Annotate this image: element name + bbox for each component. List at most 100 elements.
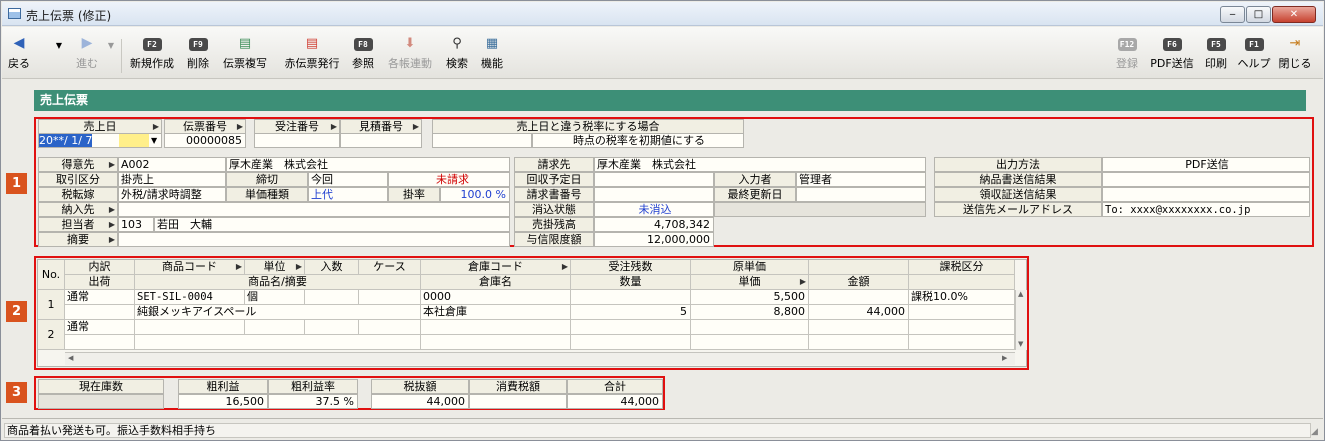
print-button[interactable]: F5 印刷	[1201, 35, 1231, 75]
staff-label[interactable]: 担当者 ▶	[38, 217, 118, 232]
back-button[interactable]: ◀ 戻る	[4, 35, 34, 75]
page-title: 売上伝票	[34, 90, 1306, 111]
staff-code-field[interactable]: 103	[118, 217, 154, 232]
cell-name[interactable]	[135, 335, 421, 350]
copy-icon: ▤	[238, 36, 252, 51]
cell-name[interactable]: 純銀メッキアイスペール	[135, 305, 421, 320]
rate-field[interactable]: 100.0 %	[440, 187, 510, 202]
slip-no-label[interactable]: 伝票番号 ▶	[164, 119, 246, 134]
reference-button[interactable]: F8 参照	[349, 35, 377, 75]
tax-rate-value[interactable]: 時点の税率を初期値にする	[532, 133, 744, 148]
col-unit[interactable]: 単位 ▶	[245, 260, 305, 275]
cell-wh-name[interactable]	[421, 335, 571, 350]
search-button[interactable]: ⚲ 検索	[442, 35, 472, 75]
cell-case[interactable]	[359, 320, 421, 335]
cell-cost[interactable]: 5,500	[691, 290, 809, 305]
customer-label[interactable]: 得意先 ▶	[38, 157, 118, 172]
cell-wh-code[interactable]	[421, 320, 571, 335]
order-no-field[interactable]	[254, 133, 340, 148]
total-field: 44,000	[567, 394, 663, 409]
tax-shift-field[interactable]: 外税/請求時調整	[118, 187, 226, 202]
scroll-down-icon[interactable]: ▼	[1018, 340, 1023, 348]
new-button[interactable]: F2 新規作成	[126, 35, 178, 75]
back-arrow-icon: ◀	[13, 35, 25, 51]
cell-wh-code[interactable]: 0000	[421, 290, 571, 305]
collect-field[interactable]	[594, 172, 714, 187]
back-dropdown[interactable]: ▼	[54, 37, 64, 77]
delete-button[interactable]: F9 削除	[183, 35, 213, 75]
vertical-scrollbar[interactable]: ▲ ▼	[1015, 290, 1027, 350]
trade-field[interactable]: 掛売上	[118, 172, 226, 187]
close-button[interactable]: ⇥ 閉じる	[1276, 35, 1314, 75]
cell-cost[interactable]	[691, 320, 809, 335]
cell-wh-name[interactable]: 本社倉庫	[421, 305, 571, 320]
col-product-code[interactable]: 商品コード ▶	[135, 260, 245, 275]
receipt-result-field	[1102, 187, 1310, 202]
cell-qty[interactable]	[571, 335, 691, 350]
col-price[interactable]: 単価 ▶	[691, 275, 809, 290]
tax-rate-date-field[interactable]	[432, 133, 532, 148]
slip-no-field[interactable]: 00000085	[164, 133, 246, 148]
cell-price[interactable]	[691, 335, 809, 350]
cell-ship[interactable]	[65, 305, 135, 320]
close-window-button[interactable]: ✕	[1272, 6, 1316, 23]
help-button[interactable]: F1 ヘルプ	[1236, 35, 1272, 75]
invoice-field[interactable]	[594, 187, 714, 202]
multi-ledger-button[interactable]: ⬇ 各帳連動	[384, 35, 436, 75]
customer-code-field[interactable]: A002	[118, 157, 226, 172]
customer-name-field[interactable]: 厚木産業 株式会社	[226, 157, 510, 172]
register-button[interactable]: F12 登録	[1112, 35, 1142, 75]
delivery-field[interactable]	[118, 202, 510, 217]
cell-unit[interactable]: 個	[245, 290, 305, 305]
copy-slip-button[interactable]: ▤ 伝票複写	[219, 35, 271, 75]
estimate-no-label[interactable]: 見積番号 ▶	[340, 119, 422, 134]
horizontal-scrollbar[interactable]: ◀ ▶	[65, 352, 1015, 365]
price-type-field[interactable]: 上代	[308, 187, 388, 202]
date-dropdown[interactable]	[119, 134, 149, 147]
bill-to-field[interactable]: 厚木産業 株式会社	[594, 157, 926, 172]
ex-tax-field: 44,000	[371, 394, 469, 409]
minimize-button[interactable]: ‒	[1220, 6, 1245, 23]
sales-date-label[interactable]: 売上日 ▶	[38, 119, 162, 134]
cell-qty[interactable]: 5	[571, 305, 691, 320]
row-number[interactable]: 1	[38, 290, 65, 320]
mail-field[interactable]: To: xxxx@xxxxxxxx.co.jp	[1102, 202, 1310, 217]
cell-qty-per[interactable]	[305, 320, 359, 335]
f12-key-icon: F12	[1117, 38, 1137, 51]
cell-type[interactable]: 通常	[65, 320, 135, 335]
clear-label: 消込状態	[514, 202, 594, 217]
red-slip-button[interactable]: ▤ 赤伝票発行	[280, 35, 344, 75]
maximize-button[interactable]: □	[1246, 6, 1271, 23]
function-button[interactable]: ▦ 機能	[477, 35, 507, 75]
cell-code[interactable]	[135, 320, 245, 335]
delivery-label[interactable]: 納入先 ▶	[38, 202, 118, 217]
order-no-label[interactable]: 受注番号 ▶	[254, 119, 340, 134]
forward-dropdown[interactable]: ▼	[106, 37, 116, 77]
col-warehouse-code[interactable]: 倉庫コード ▶	[421, 260, 571, 275]
cell-tax-kind[interactable]: 課税10.0%	[909, 290, 1015, 305]
cell-price[interactable]: 8,800	[691, 305, 809, 320]
cell-qty-per[interactable]	[305, 290, 359, 305]
sales-date-input[interactable]: 20**/ 1/ 7 ▼	[38, 133, 162, 148]
cell-case[interactable]	[359, 290, 421, 305]
closing-field[interactable]: 今回	[308, 172, 388, 187]
summary-label[interactable]: 摘要 ▶	[38, 232, 118, 247]
summary-field[interactable]	[118, 232, 510, 247]
pdf-send-button[interactable]: F6 PDF送信	[1146, 35, 1198, 75]
cell-order-rem[interactable]	[571, 290, 691, 305]
cell-unit[interactable]	[245, 320, 305, 335]
cell-order-rem[interactable]	[571, 320, 691, 335]
cell-tax-kind[interactable]	[909, 320, 1015, 335]
resize-grip-icon[interactable]: ◢	[1311, 427, 1318, 437]
output-field[interactable]: PDF送信	[1102, 157, 1310, 172]
forward-button[interactable]: ▶ 進む	[70, 35, 104, 75]
cell-type[interactable]: 通常	[65, 290, 135, 305]
scroll-up-icon[interactable]: ▲	[1018, 290, 1023, 298]
scroll-left-icon[interactable]: ◀	[68, 354, 73, 362]
estimate-no-field[interactable]	[340, 133, 422, 148]
cell-ship[interactable]	[65, 335, 135, 350]
row-number[interactable]: 2	[38, 320, 65, 350]
scroll-right-icon[interactable]: ▶	[1002, 354, 1007, 362]
staff-name-field[interactable]: 若田 大輔	[154, 217, 510, 232]
cell-code[interactable]: SET-SIL-0004	[135, 290, 245, 305]
